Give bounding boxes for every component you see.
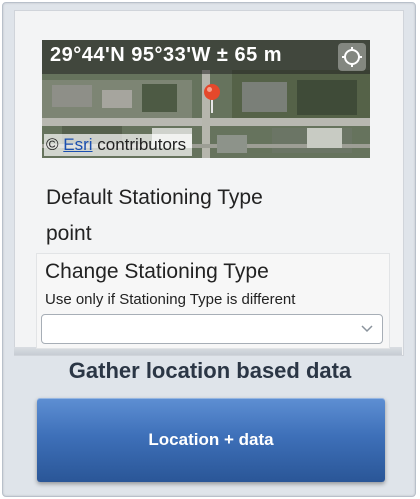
map-pin-icon <box>203 83 221 113</box>
esri-link[interactable]: Esri <box>63 135 92 154</box>
stationing-type-select[interactable] <box>41 314 383 344</box>
section-heading: Gather location based data <box>68 358 352 383</box>
coordinate-readout: 29°44'N 95°33'W ± 65 m <box>50 44 283 66</box>
location-data-button-label: Location + data <box>148 430 274 449</box>
change-stationing-label: Change Stationing Type <box>45 260 269 283</box>
chevron-down-icon <box>360 321 374 340</box>
change-stationing-hint: Use only if Stationing Type is different <box>45 291 296 308</box>
location-map[interactable]: 29°44'N 95°33'W ± 65 m © Esri contributo… <box>42 40 370 158</box>
map-attribution: © Esri contributors <box>44 134 193 156</box>
attribution-prefix: © <box>46 135 64 154</box>
location-data-button[interactable]: Location + data <box>37 398 385 482</box>
attribution-suffix: contributors <box>92 135 187 154</box>
crosshair-locate-icon[interactable] <box>338 43 366 71</box>
default-stationing-label: Default Stationing Type <box>46 186 263 209</box>
change-stationing-group: Change Stationing Type Use only if Stati… <box>36 253 390 349</box>
coordinate-bar: 29°44'N 95°33'W ± 65 m <box>42 40 370 74</box>
default-stationing-value: point <box>46 222 92 245</box>
